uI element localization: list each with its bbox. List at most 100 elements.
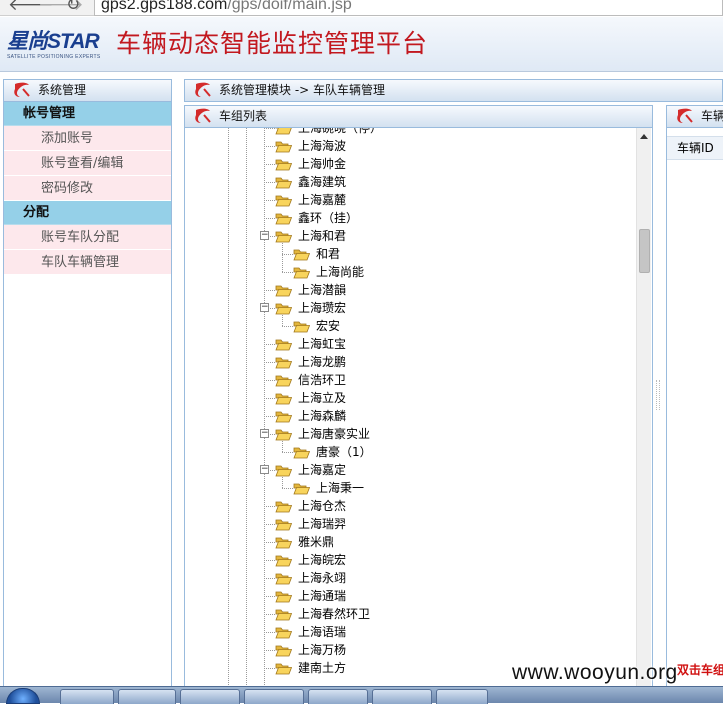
tree-connector-lines [228, 128, 293, 698]
folder-icon [275, 355, 293, 369]
tree-node[interactable]: 上海尚能 [293, 263, 364, 281]
tree-node[interactable]: 上海森麟 [275, 407, 346, 425]
folder-icon [275, 157, 293, 171]
scroll-thumb[interactable] [639, 229, 650, 273]
menu-group-assign[interactable]: 分配 [4, 201, 171, 225]
tree-node[interactable]: 宏安 [293, 317, 340, 335]
tree-node-label: 上海永翊 [298, 571, 347, 585]
tree-node[interactable]: 信浩环卫 [275, 371, 346, 389]
tree-node-label: 雅米鼎 [298, 535, 335, 549]
start-button[interactable] [6, 688, 40, 704]
menu-item-fleet-vehicle-manage[interactable]: 车队车辆管理 [4, 250, 171, 275]
folder-icon [293, 319, 311, 333]
tree-node-label: 上海尚能 [316, 265, 365, 279]
scroll-up-arrow-icon[interactable] [640, 134, 648, 139]
folder-open-icon [275, 301, 293, 315]
tree-node-label: 鑫环（挂） [298, 211, 359, 225]
logo-en: STAR [47, 30, 100, 53]
tree-panel-header: 车组列表 [185, 106, 652, 128]
url-host: gps2.gps188.com [101, 0, 228, 13]
tree-node[interactable]: 上海嘉定 [275, 461, 346, 479]
panel-splitter[interactable] [656, 380, 660, 410]
vehicle-hint-text: 双击车组 [677, 663, 723, 677]
watermark: www.wooyun.org [512, 661, 678, 684]
taskbar-app-4[interactable] [244, 689, 304, 704]
tree-node[interactable]: 上海春然环卫 [275, 605, 370, 623]
tree-node[interactable]: 上海帅金 [275, 155, 346, 173]
folder-open-icon [275, 427, 293, 441]
tree-node[interactable]: 上海嘉麓 [275, 191, 346, 209]
folder-icon [275, 661, 293, 675]
tree-node[interactable]: 上海语瑞 [275, 623, 346, 641]
folder-icon [275, 499, 293, 513]
menu-item-add-account[interactable]: 添加账号 [4, 126, 171, 151]
taskbar-app-1[interactable] [60, 689, 114, 704]
collapse-toggle-icon[interactable]: − [260, 231, 269, 240]
folder-icon [275, 571, 293, 585]
tree-node[interactable]: 鑫环（挂） [275, 209, 358, 227]
tree-node[interactable]: 上海潜韻 [275, 281, 346, 299]
menu-group-account[interactable]: 帐号管理 [4, 102, 171, 126]
folder-icon [275, 517, 293, 531]
taskbar-app-3[interactable] [180, 689, 240, 704]
taskbar-app-7[interactable] [436, 689, 488, 704]
folder-icon [293, 247, 311, 261]
folder-icon [275, 193, 293, 207]
tree-node-label: 上海嘉定 [298, 463, 347, 477]
breadcrumb: 系统管理模块 -> 车队车辆管理 [184, 79, 723, 102]
tree-node-label: 上海唐豪实业 [298, 427, 371, 441]
folder-open-icon [275, 463, 293, 477]
tree-node[interactable]: 上海永翊 [275, 569, 346, 587]
tree-panel-title: 车组列表 [219, 109, 268, 123]
tree-node-label: 上海龙鹏 [298, 355, 347, 369]
tree-node[interactable]: 唐豪（1） [293, 443, 372, 461]
folder-icon [275, 553, 293, 567]
tree-node[interactable]: 上海和君 [275, 227, 346, 245]
tree-scrollbar[interactable] [636, 128, 651, 698]
collapse-toggle-icon[interactable]: − [260, 303, 269, 312]
tree-node[interactable]: 上海唐豪实业 [275, 425, 370, 443]
platform-title: 车辆动态智能监控管理平台 [116, 29, 429, 58]
menu-item-account-fleet-assign[interactable]: 账号车队分配 [4, 225, 171, 250]
folder-icon [293, 265, 311, 279]
tree-node[interactable]: 和君 [293, 245, 340, 263]
tree-node[interactable]: 上海通瑞 [275, 587, 346, 605]
tree-node[interactable]: 上海仓杰 [275, 497, 346, 515]
folder-icon [275, 337, 293, 351]
tree-node[interactable]: 上海虹宝 [275, 335, 346, 353]
tree-node[interactable]: 建南土方 [275, 659, 346, 677]
tree-node-label: 上海虹宝 [298, 337, 347, 351]
menu-item-change-password[interactable]: 密码修改 [4, 176, 171, 201]
tree-node[interactable]: 上海秉一 [293, 479, 364, 497]
tree-node-label: 上海潜韻 [298, 283, 347, 297]
collapse-toggle-icon[interactable]: − [260, 465, 269, 474]
tree-node[interactable]: 上海万杨 [275, 641, 346, 659]
tree-node[interactable]: 上海瓒宏 [275, 299, 346, 317]
taskbar-app-5[interactable] [308, 689, 368, 704]
tree-node[interactable]: 上海立及 [275, 389, 346, 407]
swoosh-logo-icon [677, 108, 693, 123]
column-header-vehicle-id[interactable]: 车辆ID [667, 136, 723, 160]
tree-node[interactable]: 上海瑞羿 [275, 515, 346, 533]
tree-node[interactable]: 鑫海建筑 [275, 173, 346, 191]
tree-node-label: 上海瓒宏 [298, 301, 347, 315]
tree-node[interactable]: 上海海波 [275, 137, 346, 155]
menu-item-view-edit-account[interactable]: 账号查看/编辑 [4, 151, 171, 176]
tree-node-label: 上海和君 [298, 229, 347, 243]
tree-node[interactable]: 雅米鼎 [275, 533, 334, 551]
taskbar-app-6[interactable] [372, 689, 432, 704]
tree-node[interactable]: 上海皖宏 [275, 551, 346, 569]
taskbar-app-2[interactable] [118, 689, 176, 704]
tree-node[interactable]: 上海龙鹏 [275, 353, 346, 371]
reload-icon[interactable]: ↻ [66, 0, 80, 15]
address-bar[interactable]: gps2.gps188.com/gps/doif/main.jsp [94, 0, 723, 16]
tree-node-label: 上海万杨 [298, 643, 347, 657]
collapse-toggle-icon[interactable]: − [260, 429, 269, 438]
logo-tagline: SATELLITE POSITIONING EXPERTS [7, 54, 101, 60]
tree-node-label: 上海秉一 [316, 481, 365, 495]
vehicle-group-tree-panel: 车组列表 上海碗晓（停） 上海海波 上海帅金 鑫海建筑 上海嘉麓鑫环（挂） − 上海和君和君… [184, 105, 653, 699]
vehicle-panel-header: 车辆 [667, 106, 723, 128]
tree-node-label: 上海瑞羿 [298, 517, 347, 531]
tree-node[interactable]: 上海碗晓（停） [275, 128, 382, 137]
folder-icon [275, 283, 293, 297]
